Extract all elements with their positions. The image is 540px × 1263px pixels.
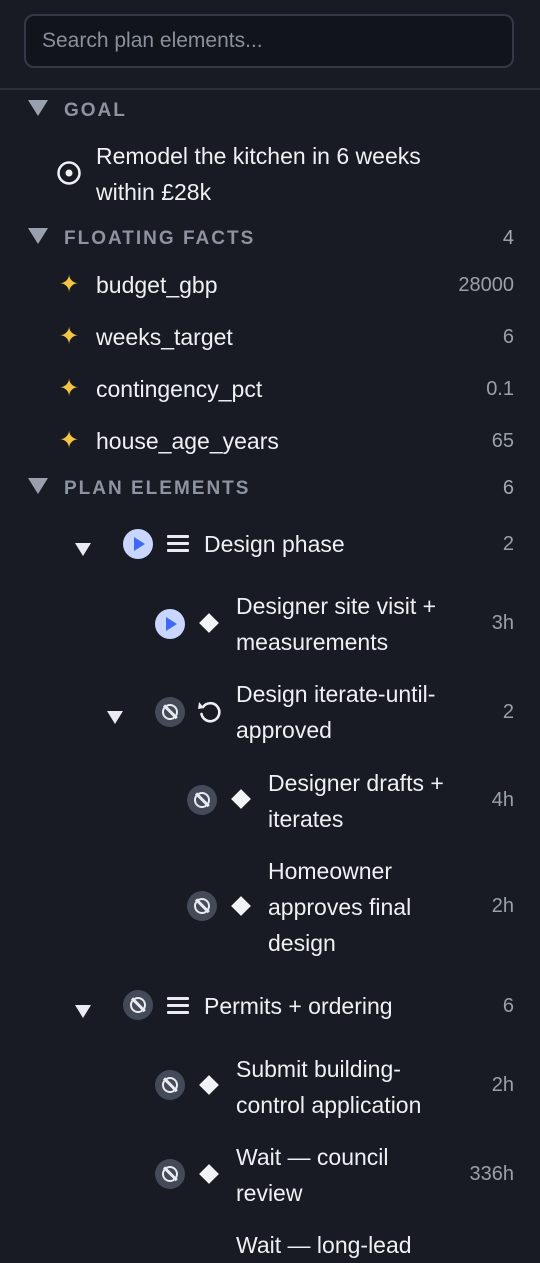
goal-section-header[interactable]: GOAL xyxy=(0,92,540,132)
plan-item-value: 2 xyxy=(502,533,514,555)
running-status-icon xyxy=(155,609,185,639)
fact-name: contingency_pct xyxy=(96,376,263,402)
section-label: PLAN ELEMENTS xyxy=(64,478,251,499)
plan-item-title-line1: Designer site visit + xyxy=(236,593,437,619)
section-label: GOAL xyxy=(64,100,127,121)
plan-item-title-line2: approved xyxy=(236,717,332,743)
sparkle-icon: ✦ xyxy=(58,323,80,350)
section-count: 6 xyxy=(502,477,514,499)
goal-text-line2: within £28k xyxy=(96,179,212,205)
fact-value: 6 xyxy=(502,326,514,348)
collapse-triangle-icon[interactable] xyxy=(28,100,48,116)
fact-value: 28000 xyxy=(458,274,514,296)
collapse-triangle-icon[interactable] xyxy=(28,228,48,244)
plan-item-title: Permits + ordering xyxy=(204,993,393,1019)
expand-triangle-icon[interactable] xyxy=(75,1005,91,1018)
expand-triangle-icon[interactable] xyxy=(75,543,91,556)
blocked-status-icon xyxy=(187,891,217,921)
section-label: FLOATING FACTS xyxy=(64,228,256,249)
task-diamond-icon xyxy=(199,1075,219,1095)
plan-elements-section-header[interactable]: PLAN ELEMENTS 6 xyxy=(0,470,540,510)
blocked-status-icon xyxy=(187,785,217,815)
plan-item-value: 6 xyxy=(502,995,514,1017)
fact-value: 0.1 xyxy=(486,378,514,400)
blocked-status-icon xyxy=(123,990,153,1020)
search-input[interactable] xyxy=(24,14,514,68)
plan-item-title-line2: review xyxy=(236,1180,303,1206)
loop-icon xyxy=(198,702,221,723)
fact-name: weeks_target xyxy=(96,324,233,350)
sequence-icon xyxy=(167,535,189,553)
section-count: 4 xyxy=(502,227,514,249)
target-icon xyxy=(57,161,81,185)
task-diamond-icon xyxy=(231,896,251,916)
plan-item-value: 336h xyxy=(469,1163,515,1185)
plan-item-title-line1: Designer drafts + xyxy=(268,770,444,796)
goal-text-line1: Remodel the kitchen in 6 weeks xyxy=(96,143,421,169)
blocked-status-icon xyxy=(155,697,185,727)
plan-item-title-line2: approves final xyxy=(268,894,412,920)
expand-triangle-icon[interactable] xyxy=(107,711,123,724)
plan-item-value: 2 xyxy=(502,701,514,723)
plan-item-value: 3h xyxy=(491,612,514,634)
task-diamond-icon xyxy=(199,1164,219,1184)
plan-item-title-line2: measurements xyxy=(236,629,389,655)
task-diamond-icon xyxy=(199,613,219,633)
plan-item-value: 2h xyxy=(491,895,514,917)
plan-item-title-line3: design xyxy=(268,930,336,956)
sparkle-icon: ✦ xyxy=(58,427,80,454)
task-diamond-icon xyxy=(231,789,251,809)
fact-name: house_age_years xyxy=(96,428,279,454)
sequence-icon xyxy=(167,997,189,1015)
collapse-triangle-icon[interactable] xyxy=(28,478,48,494)
plan-item-title-line1: Submit building- xyxy=(236,1056,401,1082)
plan-item-title-line1: Homeowner xyxy=(268,858,392,884)
plan-item-title-line1: Design iterate-until- xyxy=(236,681,436,707)
plan-item-value: 2h xyxy=(491,1074,514,1096)
fact-value: 65 xyxy=(491,430,514,452)
fact-name: budget_gbp xyxy=(96,272,218,298)
plan-item-value: 4h xyxy=(491,789,514,811)
plan-item-title-line2: iterates xyxy=(268,806,344,832)
plan-item-title-line1: Wait — long-lead xyxy=(236,1232,412,1258)
running-status-icon xyxy=(123,529,153,559)
floating-facts-section-header[interactable]: FLOATING FACTS 4 xyxy=(0,220,540,260)
sparkle-icon: ✦ xyxy=(58,375,80,402)
blocked-status-icon xyxy=(155,1070,185,1100)
plan-item-title-line1: Wait — council xyxy=(236,1144,389,1170)
plan-item-title: Design phase xyxy=(204,531,345,557)
plan-item-title-line2: control application xyxy=(236,1092,422,1118)
blocked-status-icon xyxy=(155,1159,185,1189)
sparkle-icon: ✦ xyxy=(58,271,80,298)
search-bar xyxy=(0,0,540,90)
